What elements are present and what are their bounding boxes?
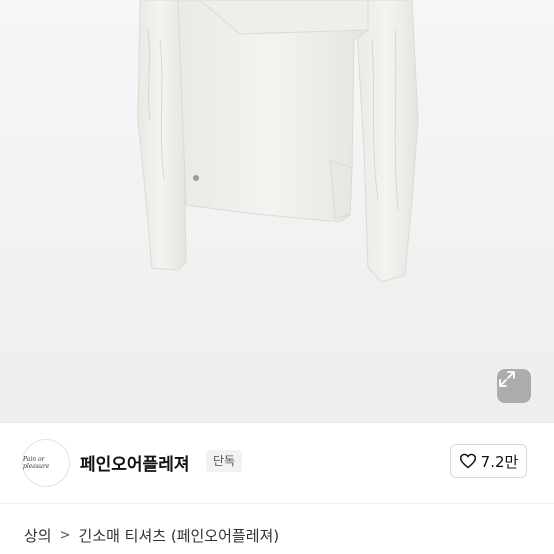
brand-name[interactable]: 페인오어플레져 [80, 450, 189, 475]
exclusive-badge: 단독 [206, 450, 243, 472]
expand-image-button[interactable] [497, 369, 531, 403]
heart-outline-icon [459, 453, 476, 469]
brand-row: Pain or pleasure 페인오어플레져 단독 7.2만 [0, 422, 554, 504]
product-photo [137, 0, 419, 283]
like-count: 7.2만 [480, 452, 519, 471]
breadcrumb-separator: > [59, 528, 71, 543]
breadcrumb-current[interactable]: 긴소매 티셔츠 (페인오어플레져) [79, 525, 280, 546]
breadcrumb: 상의 > 긴소매 티셔츠 (페인오어플레져) [24, 525, 279, 546]
breadcrumb-category[interactable]: 상의 [24, 525, 52, 546]
brand-logo[interactable]: Pain or pleasure [22, 439, 70, 487]
expand-arrows-icon [499, 371, 515, 387]
product-image[interactable] [0, 0, 554, 422]
like-button[interactable]: 7.2만 [450, 444, 527, 478]
brand-logo-text: Pain or pleasure [23, 456, 50, 470]
